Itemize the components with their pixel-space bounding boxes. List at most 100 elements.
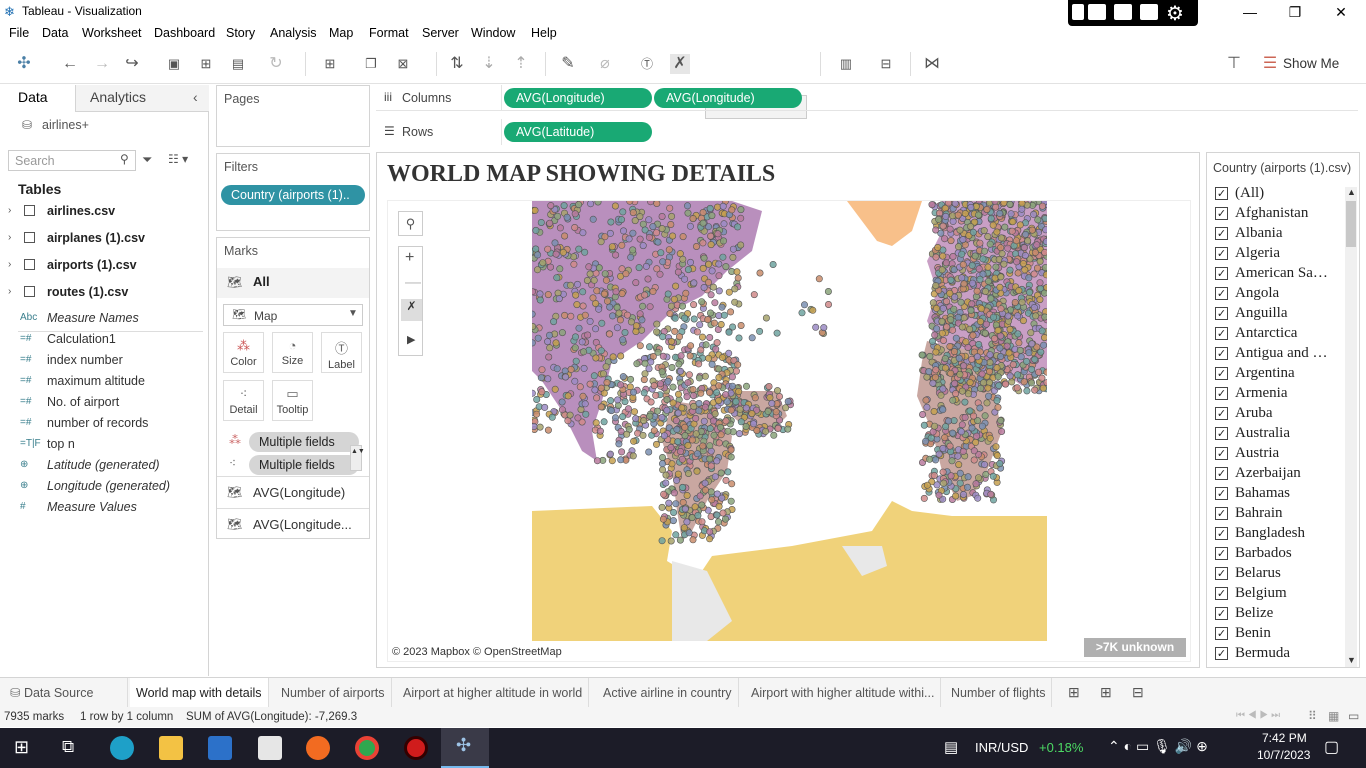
airport-mark[interactable] — [958, 250, 966, 258]
airport-mark[interactable] — [984, 277, 992, 285]
airport-mark[interactable] — [708, 496, 716, 504]
airport-mark[interactable] — [736, 430, 744, 438]
airport-mark[interactable] — [692, 430, 700, 438]
airport-mark[interactable] — [1038, 327, 1046, 335]
field-row[interactable]: =T|F top n — [0, 435, 209, 456]
airport-mark[interactable] — [939, 304, 947, 312]
airport-mark[interactable] — [1031, 386, 1039, 394]
airport-mark[interactable] — [645, 216, 653, 224]
tableau-home-icon[interactable]: ✣ — [14, 54, 34, 74]
airport-mark[interactable] — [937, 391, 945, 399]
airport-mark[interactable] — [932, 282, 940, 290]
sort-ascending-icon[interactable]: ⇣ — [479, 54, 499, 74]
airport-mark[interactable] — [1040, 341, 1047, 349]
airport-mark[interactable] — [674, 438, 682, 446]
tooltip-button[interactable]: ▭ Tooltip — [272, 380, 313, 421]
recorder-icon[interactable] — [1072, 4, 1084, 20]
filter-icon[interactable]: ⏷ — [142, 152, 152, 168]
airport-mark[interactable] — [672, 282, 680, 290]
duplicate-sheet-icon[interactable]: ❐ — [361, 54, 381, 74]
field-row[interactable]: ⊕ Latitude (generated) — [0, 456, 209, 477]
airport-mark[interactable] — [979, 255, 987, 263]
filter-item[interactable]: ✓ Bahamas — [1213, 485, 1341, 505]
airport-mark[interactable] — [693, 328, 701, 336]
airport-mark[interactable] — [680, 524, 688, 532]
airport-mark[interactable] — [532, 245, 540, 253]
airport-mark[interactable] — [701, 486, 709, 494]
airport-mark[interactable] — [976, 275, 984, 283]
airport-mark[interactable] — [704, 316, 712, 324]
airport-mark[interactable] — [925, 368, 933, 376]
zoom-out-icon[interactable]: — — [405, 274, 421, 292]
airport-mark[interactable] — [673, 476, 681, 484]
checkbox-icon[interactable]: ✓ — [1215, 487, 1228, 500]
refresh-icon[interactable]: ↻ — [266, 54, 286, 74]
chevron-right-icon[interactable]: › — [8, 286, 11, 297]
airport-mark[interactable] — [645, 233, 653, 241]
airport-mark[interactable] — [782, 404, 790, 412]
airport-mark[interactable] — [986, 434, 994, 442]
airport-mark[interactable] — [615, 440, 623, 448]
clock-time[interactable]: 7:42 PM — [1262, 731, 1307, 745]
airport-mark[interactable] — [1034, 216, 1042, 224]
replay-icon[interactable]: ↪ — [122, 54, 142, 74]
airport-mark[interactable] — [667, 537, 675, 545]
airport-mark[interactable] — [567, 365, 575, 373]
airport-mark[interactable] — [566, 281, 574, 289]
airport-mark[interactable] — [950, 305, 958, 313]
airport-mark[interactable] — [987, 490, 995, 498]
airport-mark[interactable] — [653, 265, 661, 273]
airport-mark[interactable] — [627, 253, 635, 261]
airport-mark[interactable] — [919, 411, 927, 419]
airport-mark[interactable] — [575, 245, 583, 253]
airport-mark[interactable] — [1031, 356, 1039, 364]
airport-mark[interactable] — [1013, 384, 1021, 392]
pause-updates-icon[interactable]: ▤ — [228, 54, 248, 74]
sub-layer-row[interactable]: 🗺 AVG(Longitude) — [217, 476, 369, 508]
airport-mark[interactable] — [947, 237, 955, 245]
menu-data[interactable]: Data — [42, 26, 68, 40]
airport-mark[interactable] — [956, 479, 964, 487]
airport-mark[interactable] — [697, 389, 705, 397]
airport-mark[interactable] — [1041, 334, 1047, 342]
airport-mark[interactable] — [537, 374, 545, 382]
airport-mark[interactable] — [532, 423, 538, 430]
filter-item[interactable]: ✓ Austria — [1213, 445, 1341, 465]
airport-mark[interactable] — [665, 499, 673, 507]
airport-mark[interactable] — [798, 309, 806, 317]
airport-mark[interactable] — [722, 263, 730, 271]
airport-mark[interactable] — [987, 295, 995, 303]
airport-mark[interactable] — [942, 212, 950, 220]
airport-mark[interactable] — [624, 405, 632, 413]
airport-mark[interactable] — [1035, 368, 1043, 376]
airport-mark[interactable] — [670, 489, 678, 497]
airport-mark[interactable] — [935, 491, 943, 499]
airport-mark[interactable] — [1032, 312, 1040, 320]
airport-mark[interactable] — [647, 398, 655, 406]
airport-mark[interactable] — [666, 204, 674, 212]
tab-data-source[interactable]: ⛁ Data Source — [0, 678, 128, 708]
airport-mark[interactable] — [1025, 288, 1033, 296]
airport-mark[interactable] — [957, 298, 965, 306]
edge-icon[interactable] — [110, 736, 134, 760]
airport-mark[interactable] — [669, 383, 677, 391]
airport-mark[interactable] — [715, 272, 723, 280]
airport-mark[interactable] — [544, 338, 552, 346]
clear-sheet-icon[interactable]: ⊠ — [393, 54, 413, 74]
airport-mark[interactable] — [980, 379, 988, 387]
airport-mark[interactable] — [555, 295, 563, 303]
filmstrip-view-icon[interactable]: ▦ — [1328, 709, 1339, 723]
airport-mark[interactable] — [659, 333, 667, 341]
airport-mark[interactable] — [693, 450, 701, 458]
map-view[interactable]: ⚲ + — ✗ ▶ © 2023 Mapbox © OpenStreetMap … — [387, 200, 1191, 662]
airport-mark[interactable] — [590, 276, 598, 284]
airport-mark[interactable] — [1015, 339, 1023, 347]
airport-mark[interactable] — [572, 291, 580, 299]
airport-mark[interactable] — [980, 227, 988, 235]
airport-mark[interactable] — [677, 448, 685, 456]
airport-mark[interactable] — [684, 266, 692, 274]
airport-mark[interactable] — [983, 206, 991, 214]
tab-number-of-airports[interactable]: Number of airports — [275, 678, 392, 708]
airport-mark[interactable] — [688, 436, 696, 444]
checkbox-icon[interactable]: ✓ — [1215, 567, 1228, 580]
